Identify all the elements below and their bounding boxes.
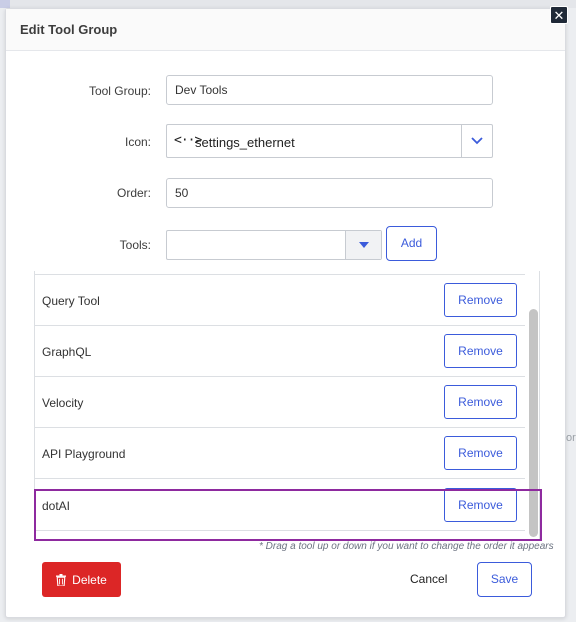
background-strip: [0, 0, 576, 8]
dialog-title: Edit Tool Group: [20, 22, 118, 37]
tool-row-api-playground[interactable]: API Playground Remove: [35, 428, 525, 479]
cancel-button[interactable]: Cancel: [410, 572, 447, 586]
order-label: Order:: [116, 186, 151, 200]
icon-dropdown-toggle[interactable]: [461, 125, 492, 157]
edit-tool-group-dialog: Edit Tool Group ✕ Tool Group: Dev Tools …: [5, 6, 568, 618]
remove-graphql-button[interactable]: Remove: [444, 334, 517, 368]
tool-name: Query Tool: [42, 294, 100, 308]
remove-query-tool-button[interactable]: Remove: [444, 283, 517, 317]
tool-row-query-tool[interactable]: Query Tool Remove: [35, 275, 525, 326]
tool-list: Query Tool Remove GraphQL Remove Velocit…: [34, 271, 540, 541]
remove-api-playground-button[interactable]: Remove: [444, 436, 517, 470]
tools-dropdown-toggle[interactable]: [345, 231, 381, 259]
tool-name: dotAI: [42, 499, 71, 513]
tool-row-graphql[interactable]: GraphQL Remove: [35, 326, 525, 377]
remove-velocity-button[interactable]: Remove: [444, 385, 517, 419]
background-text: or: [566, 432, 576, 444]
icon-label: Icon:: [124, 135, 151, 149]
tools-label: Tools:: [119, 238, 151, 252]
tools-select[interactable]: [166, 230, 382, 260]
scrollbar-thumb[interactable]: [529, 309, 538, 537]
delete-button[interactable]: Delete: [42, 562, 121, 597]
tool-name: Velocity: [42, 396, 84, 410]
remove-dotai-button[interactable]: Remove: [444, 488, 517, 522]
drag-hint: * Drag a tool up or down if you want to …: [259, 541, 554, 552]
delete-label: Delete: [72, 572, 107, 587]
close-button[interactable]: ✕: [550, 6, 568, 24]
save-button[interactable]: Save: [477, 562, 532, 597]
tool-group-label: Tool Group:: [88, 84, 151, 98]
background-tab: [0, 0, 10, 8]
trash-icon: [56, 573, 67, 586]
icon-select-value: settings_ethernet: [195, 135, 295, 150]
tool-row-dotai[interactable]: dotAI Remove: [35, 480, 525, 531]
tool-row-velocity[interactable]: Velocity Remove: [35, 377, 525, 428]
icon-select[interactable]: <··> settings_ethernet: [166, 124, 493, 158]
tool-name: GraphQL: [42, 345, 92, 359]
chevron-down-icon: [471, 137, 483, 145]
tool-group-input[interactable]: Dev Tools: [166, 75, 493, 105]
caret-down-icon: [358, 242, 369, 248]
dialog-header: Edit Tool Group: [6, 9, 565, 51]
add-tool-button[interactable]: Add: [386, 226, 437, 261]
tool-name: API Playground: [42, 447, 126, 461]
order-input[interactable]: 50: [166, 178, 493, 208]
